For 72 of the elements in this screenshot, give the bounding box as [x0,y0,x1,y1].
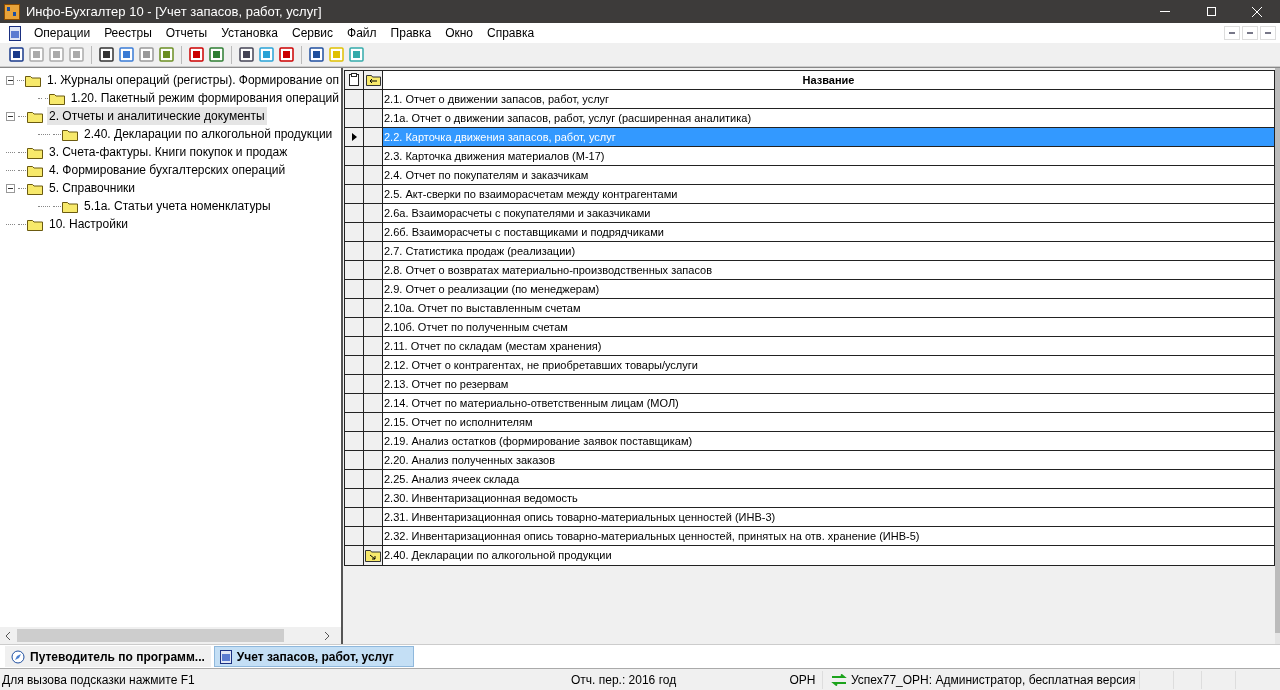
table-cell[interactable]: 2.4. Отчет по покупателям и заказчикам [383,166,1274,184]
table-cell[interactable]: 2.40. Декларации по алкогольной продукции [383,546,1274,565]
tree-item[interactable]: 2. Отчеты и аналитические документы [47,107,267,125]
table-cell[interactable]: 2.13. Отчет по резервам [383,375,1274,393]
sync-arrows-icon [831,673,847,686]
status-org: ОРН [783,670,823,689]
clipboard-icon[interactable] [347,73,361,87]
folder-icon [48,91,65,105]
folder-icon [27,217,43,231]
table-cell[interactable]: 2.12. Отчет о контрагентах, не приобретавших товары/услуги [383,356,1274,374]
table-cell[interactable]: 2.6а. Взаиморасчеты с покупателями и заказчиками [383,204,1274,222]
table-cell[interactable]: 2.3. Карточка движения материалов (М-17) [383,147,1274,165]
tree-item[interactable]: 4. Формирование бухгалтерских операций [47,161,288,179]
table-cell[interactable]: 2.30. Инвентаризационная ведомость [383,489,1274,507]
horizontal-scrollbar[interactable] [0,627,341,644]
table-cell[interactable]: 2.1а. Отчет о движении запасов, работ, услуг (расширенная аналитика) [383,109,1274,127]
folder-icon [27,109,43,123]
table-cell[interactable]: 2.1. Отчет о движении запасов, работ, услуг [383,90,1274,108]
window-title: Инфо-Бухгалтер 10 - [Учет запасов, работ, услуг] [26,2,322,21]
table-cell[interactable]: 2.31. Инвентаризационная опись товарно-материальных ценностей (ИНВ-3) [383,508,1274,526]
minimize-button[interactable] [1224,26,1240,40]
status-user: Успех77_ОРН: Администратор, бесплатная версия [851,670,1141,689]
folder-icon [27,163,43,177]
table-cell[interactable]: 2.19. Анализ остатков (формирование заявок поставщикам) [383,432,1274,450]
tree-item[interactable]: 2.40. Декларации по алкогольной продукции [82,125,335,143]
tree-item[interactable]: 5.1а. Статьи учета номенклатуры [82,197,273,215]
document-icon [9,25,21,41]
table-cell[interactable]: 2.5. Акт-сверки по взаиморасчетам между контрагентами [383,185,1274,203]
collapse-toggle[interactable] [6,75,15,85]
collapse-toggle[interactable] [6,183,15,193]
menu-item[interactable]: Реестры [97,24,159,42]
folder-icon [25,73,41,87]
collapse-toggle[interactable] [6,111,15,121]
table-cell[interactable]: 2.10б. Отчет по полученным счетам [383,318,1274,336]
table-cell[interactable]: 2.8. Отчет о возвратах материально-производственных запасов [383,261,1274,279]
table-cell[interactable]: 2.11. Отчет по складам (местам хранения) [383,337,1274,355]
table-cell[interactable]: 2.25. Анализ ячеек склада [383,470,1274,488]
scrollbar-thumb[interactable] [17,629,284,642]
tree-item[interactable]: 5. Справочники [47,179,138,197]
tree-item[interactable]: 1.20. Пакетный режим формирования операций [68,89,341,107]
document-icon [219,649,232,664]
menu-item[interactable]: Сервис [284,24,341,42]
menu-item[interactable]: Установка [214,24,285,42]
document-tab[interactable]: Путеводитель по программ... [5,646,211,667]
table-cell[interactable]: 2.7. Статистика продаж (реализации) [383,242,1274,260]
abacus-icon [4,3,20,20]
tree-item[interactable]: 3. Счета-фактуры. Книги покупок и продаж [47,143,290,161]
status-period: Отч. пер.: 2016 год [570,671,678,689]
table-cell[interactable]: 2.14. Отчет по материально-ответственным лицам (МОЛ) [383,394,1274,412]
document-tab[interactable]: Учет запасов, работ, услуг [213,646,414,667]
table-cell[interactable]: 2.15. Отчет по исполнителям [383,413,1274,431]
table-cell[interactable]: 2.10а. Отчет по выставленным счетам [383,299,1274,317]
menu-item[interactable]: Файл [340,24,384,42]
status-hint: Для вызова подсказки нажмите F1 [1,671,196,689]
folder-up-icon[interactable] [365,74,381,86]
tree-item[interactable]: 10. Настройки [47,215,130,233]
folder-icon [62,199,78,213]
vertical-scrollbar[interactable] [1275,68,1280,644]
table-cell[interactable]: 2.32. Инвентаризационная опись товарно-материальных ценностей, принятых на отв. хранение (ИНВ-5) [383,527,1274,545]
table-cell[interactable]: 2.20. Анализ полученных заказов [383,451,1274,469]
table-cell[interactable]: 2.6б. Взаиморасчеты с поставщиками и подрядчиками [383,223,1274,241]
menu-item[interactable]: Правка [383,24,439,42]
folder-icon [62,127,78,141]
column-header[interactable]: Название [383,71,1274,89]
folder-icon [27,181,43,195]
table-cell[interactable]: 2.9. Отчет о реализации (по менеджерам) [383,280,1274,298]
menu-item[interactable]: Отчеты [158,24,215,42]
menu-item[interactable]: Окно [438,24,480,42]
folder-icon [27,145,43,159]
menu-item[interactable]: Справка [480,24,542,42]
tree-item[interactable]: 1. Журналы операций (регистры). Формирование оп [45,71,341,89]
menu-item[interactable]: Операции [27,24,98,42]
